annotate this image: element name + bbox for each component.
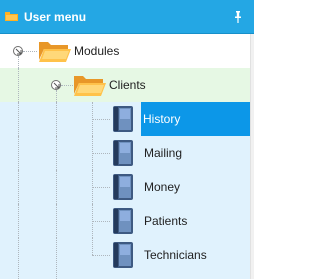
tree-guide-line xyxy=(18,204,19,238)
book-icon xyxy=(113,208,133,234)
tree-guide-line xyxy=(56,102,57,136)
tree-guide-line xyxy=(23,51,37,52)
tree-guide-line xyxy=(56,90,57,102)
pin-icon[interactable] xyxy=(233,11,243,23)
tree-item-label: Clients xyxy=(109,78,146,92)
collapse-arrow-icon xyxy=(15,48,22,55)
tree-item-mailing[interactable]: Mailing xyxy=(0,136,250,170)
tree-item-label: Money xyxy=(144,180,181,194)
user-menu-panel: User menu Modules Clients History Mailin… xyxy=(0,0,254,279)
tree-guide-line xyxy=(18,68,19,102)
book-icon xyxy=(113,106,133,132)
tree-guide-line xyxy=(18,102,19,136)
tree-guide-line xyxy=(92,255,110,256)
tree-guide-line xyxy=(56,136,57,170)
tree-item-label: Mailing xyxy=(144,146,183,160)
tree-guide-line xyxy=(56,204,57,238)
book-icon xyxy=(113,140,133,166)
tree-item-label: Modules xyxy=(74,44,120,58)
tree-item-label: Patients xyxy=(144,214,188,228)
tree-guide-line xyxy=(61,85,73,86)
tree-item-label: History xyxy=(141,102,250,136)
folder-icon xyxy=(5,12,18,21)
panel-title: User menu xyxy=(24,10,87,24)
tree-guide-line xyxy=(92,187,110,188)
tree-item-patients[interactable]: Patients xyxy=(0,204,250,238)
tree-guide-line xyxy=(56,238,57,279)
tree-guide-line xyxy=(92,238,93,255)
tree-item-money[interactable]: Money xyxy=(0,170,250,204)
panel-header: User menu xyxy=(0,0,254,34)
tree-guide-line xyxy=(18,56,19,68)
folder-open-icon xyxy=(39,42,71,62)
scrollbar[interactable] xyxy=(250,34,254,279)
tree-guide-line xyxy=(92,119,110,120)
folder-open-icon xyxy=(74,76,106,96)
tree-item-technicians[interactable]: Technicians xyxy=(0,238,250,279)
tree-item-clients[interactable]: Clients xyxy=(0,68,250,102)
collapse-arrow-icon xyxy=(53,82,60,89)
menu-tree: Modules Clients History Mailing Money Pa… xyxy=(0,34,250,279)
tree-guide-line xyxy=(92,153,110,154)
tree-guide-line xyxy=(56,170,57,204)
tree-guide-line xyxy=(18,136,19,170)
tree-guide-line xyxy=(92,221,110,222)
tree-item-history[interactable]: History xyxy=(0,102,250,136)
tree-item-label: Technicians xyxy=(144,248,207,262)
tree-guide-line xyxy=(18,238,19,279)
tree-guide-line xyxy=(18,170,19,204)
book-icon xyxy=(113,174,133,200)
tree-item-modules[interactable]: Modules xyxy=(0,34,250,68)
book-icon xyxy=(113,242,133,268)
collapse-toggle-modules[interactable] xyxy=(13,46,23,56)
collapse-toggle-clients[interactable] xyxy=(51,80,61,90)
